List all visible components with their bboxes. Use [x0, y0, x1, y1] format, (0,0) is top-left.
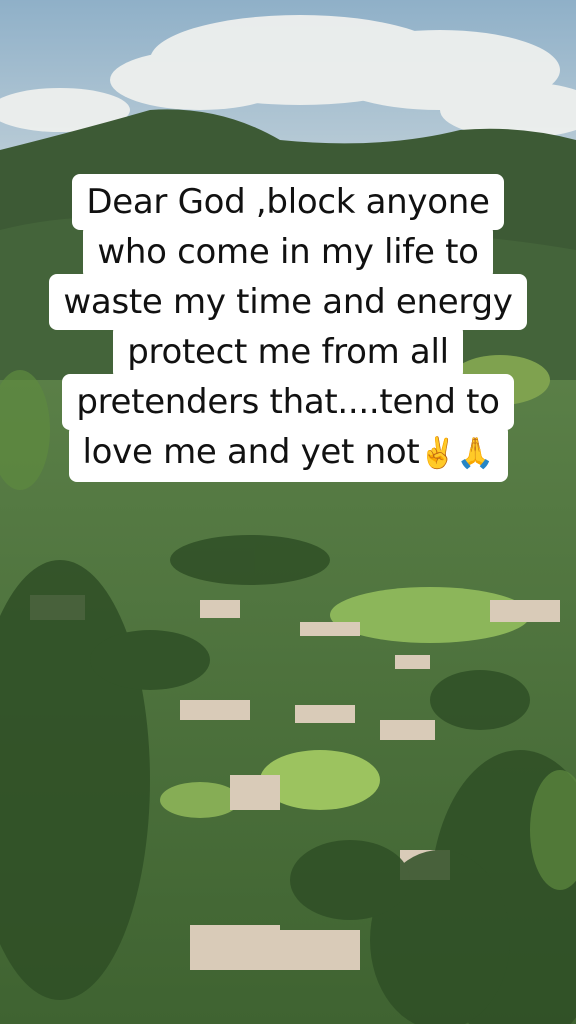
background-landscape-photo	[0, 0, 576, 1024]
caption-line-2: who come in my life to	[83, 224, 493, 280]
caption-line-5: pretenders that....tend to	[62, 374, 514, 430]
caption-line-1: Dear God ,block anyone	[72, 174, 504, 230]
caption-line-6-text: love me and yet not	[82, 432, 420, 472]
caption-line-4: protect me from all	[113, 324, 463, 380]
victory-hand-emoji-icon: ✌️	[419, 436, 457, 471]
caption-overlay: Dear God ,block anyone who come in my li…	[0, 174, 576, 482]
caption-line-6: love me and yet not✌️🙏	[68, 424, 508, 482]
folded-hands-emoji-icon: 🙏	[456, 436, 494, 471]
caption-line-3: waste my time and energy	[49, 274, 527, 330]
